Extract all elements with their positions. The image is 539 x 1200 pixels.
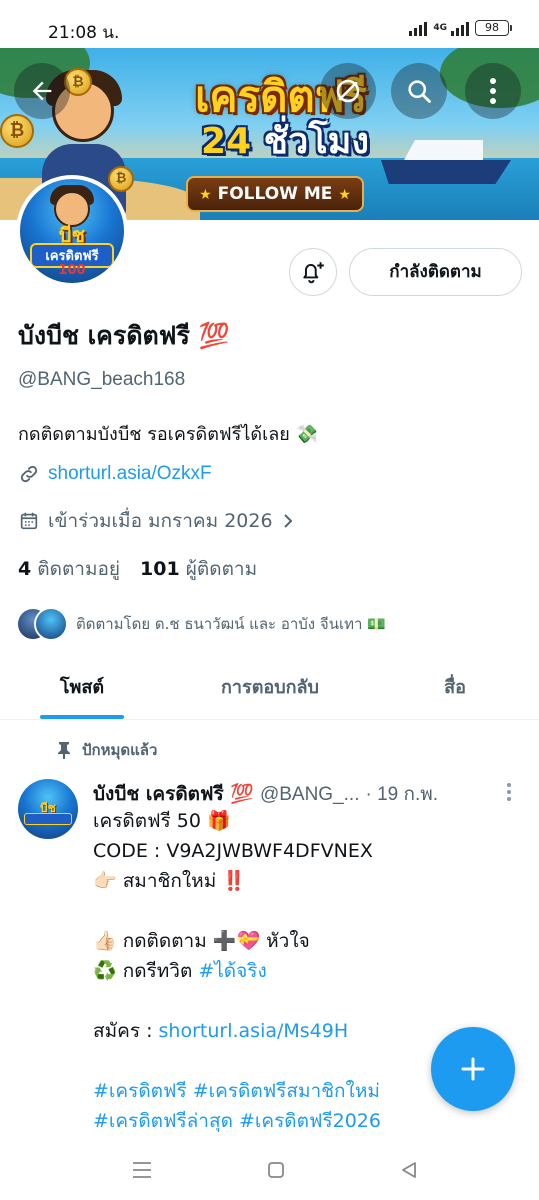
network-type: 4G	[433, 23, 447, 33]
tab-media[interactable]: สื่อ	[420, 660, 490, 720]
profile-link-row[interactable]: shorturl.asia/OzkxF	[18, 463, 212, 485]
search-button[interactable]	[391, 63, 447, 119]
profile-avatar[interactable]: บีช เครดิตฟรี 100	[16, 175, 128, 287]
post-more-icon[interactable]	[502, 780, 516, 804]
notifications-button[interactable]	[289, 248, 337, 296]
bell-plus-icon	[303, 262, 324, 284]
bio: กดติดตามบังบีช รอเครดิตฟรีได้เลย 💸	[18, 424, 318, 445]
post-author-name[interactable]: บังบีช เครดิตฟรี 💯	[93, 779, 254, 809]
follower-avatar	[34, 607, 68, 641]
pinned-indicator: ปักหมุดแล้ว	[56, 738, 157, 762]
display-name: บังบีช เครดิตฟรี 💯	[18, 321, 230, 350]
post-link[interactable]: shorturl.asia/Ms49H	[159, 1020, 349, 1042]
circle-slash-icon	[336, 79, 360, 103]
menu-lines-icon	[133, 1162, 151, 1178]
active-tab-indicator	[40, 715, 124, 719]
status-icons: 4G 98	[409, 20, 512, 36]
banner-subtitle: 24 ชั่วโมง	[201, 121, 369, 162]
more-options-button[interactable]	[465, 63, 521, 119]
calendar-icon	[20, 512, 38, 530]
bitcoin-coin-icon: ₿	[0, 114, 34, 148]
tab-posts[interactable]: โพสต์	[30, 660, 134, 720]
post-line: CODE : V9A2JWBWF4DFVNEX	[93, 840, 373, 862]
chevron-right-icon	[283, 514, 292, 528]
following-button[interactable]: กำลังติดตาม	[349, 248, 522, 296]
plus-icon	[461, 1057, 485, 1081]
status-bar: 21:08 น. 4G 98	[0, 0, 539, 48]
status-time: 21:08 น.	[48, 23, 120, 43]
profile-tabs: โพสต์ การตอบกลับ สื่อ	[0, 660, 539, 720]
home-button[interactable]	[262, 1156, 290, 1184]
post-author-avatar[interactable]: บีช	[18, 779, 78, 839]
link-icon	[20, 465, 38, 483]
followed-by-text: ติดตามโดย ด.ช ธนาวัฒน์ และ อาบัง จีนเทา …	[76, 615, 386, 633]
follow-counts: 4 ติดตามอยู่ 101 ผู้ติดตาม	[18, 554, 257, 584]
signal-icon	[409, 20, 428, 36]
post-line: 👍🏻 กดติดตาม ➕💝 หัวใจ	[93, 930, 310, 952]
avatar-logo-text: 100	[58, 263, 86, 278]
profile-link[interactable]: shorturl.asia/OzkxF	[48, 463, 212, 485]
more-vertical-icon	[490, 78, 496, 104]
post-line: 👉🏻 สมาชิกใหม่ ‼️	[93, 870, 246, 892]
arrow-left-icon	[32, 81, 52, 101]
banner-title: เครดิตฟรี	[195, 72, 367, 121]
bitcoin-coin-icon: ₿	[108, 166, 134, 192]
following-count-link[interactable]: 4 ติดตามอยู่	[18, 554, 120, 584]
tab-replies[interactable]: การตอบกลับ	[190, 660, 350, 720]
search-icon	[408, 80, 431, 103]
system-nav-bar	[0, 1140, 539, 1200]
hashtag-line[interactable]: #เครดิตฟรีล่าสุด #เครดิตฟรี2026	[93, 1106, 523, 1136]
followed-by-row[interactable]: ติดตามโดย ด.ช ธนาวัฒน์ และ อาบัง จีนเทา …	[16, 607, 386, 641]
followers-count-link[interactable]: 101 ผู้ติดตาม	[140, 554, 257, 584]
back-nav-button[interactable]	[395, 1156, 423, 1184]
post-line: ♻️ กดรีทวิต #ได้จริง	[93, 960, 267, 982]
post-author-handle[interactable]: @BANG_...	[260, 784, 360, 806]
post-date[interactable]: · 19 ก.พ.	[365, 779, 438, 809]
avatar-logo-band	[24, 813, 72, 825]
mute-button[interactable]	[320, 63, 376, 119]
banner-follow-label: ★ FOLLOW ME ★	[186, 176, 364, 212]
pinned-label: ปักหมุดแล้ว	[82, 741, 158, 759]
square-icon	[268, 1162, 284, 1178]
joined-date: เข้าร่วมเมื่อ มกราคม 2026	[48, 510, 273, 532]
post-header: บังบีช เครดิตฟรี 💯 @BANG_... · 19 ก.พ.	[93, 779, 493, 809]
pin-icon	[58, 742, 70, 759]
battery-icon: 98	[475, 20, 512, 36]
hashtag-link[interactable]: #ได้จริง	[198, 960, 266, 982]
triangle-back-icon	[402, 1162, 416, 1178]
joined-date-row[interactable]: เข้าร่วมเมื่อ มกราคม 2026	[18, 506, 295, 536]
user-handle: @BANG_beach168	[18, 369, 186, 390]
compose-button[interactable]	[431, 1027, 515, 1111]
post-line: เครดิตฟรี 50 🎁	[93, 810, 231, 832]
back-button[interactable]	[14, 63, 70, 119]
recent-apps-button[interactable]	[128, 1156, 156, 1184]
signal-2-icon	[451, 20, 469, 36]
